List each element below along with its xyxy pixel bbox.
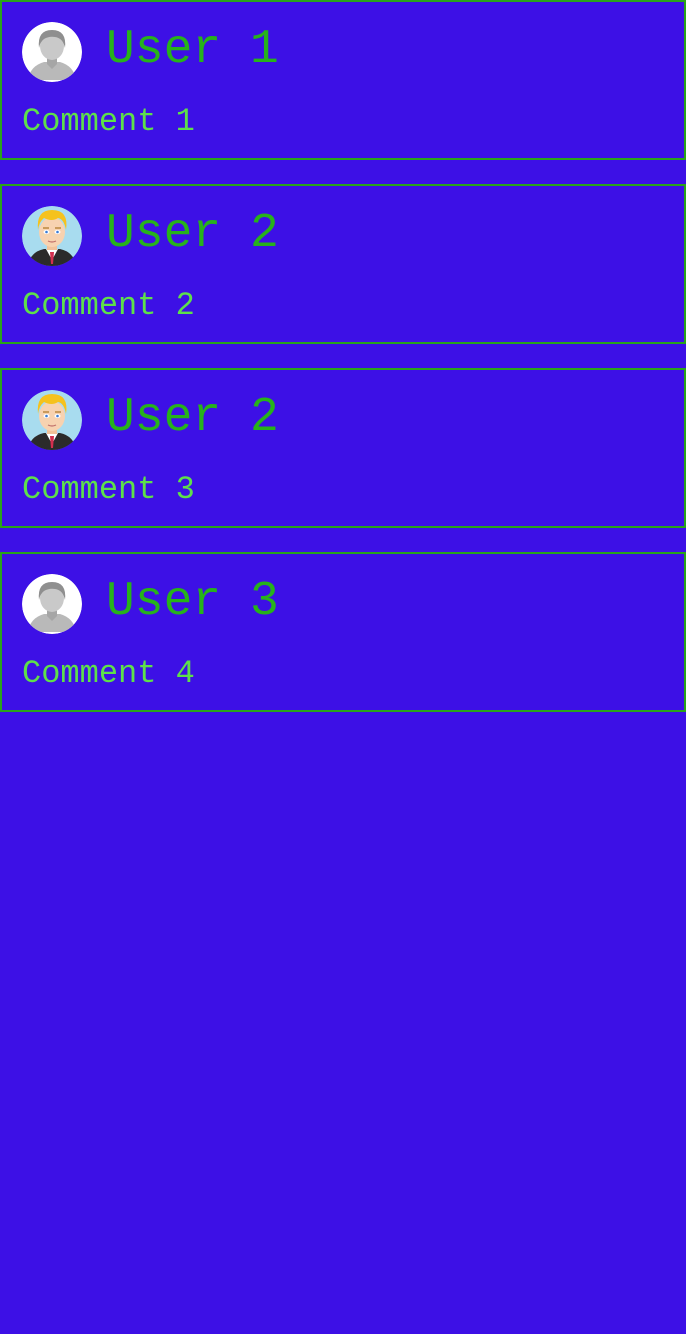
username[interactable]: User 1 [106,20,279,80]
blond-man-avatar-icon[interactable] [22,206,82,266]
comment-list: User 1 Comment 1 User 2 Comment 2 User 2… [0,0,686,736]
blond-man-avatar-icon[interactable] [22,390,82,450]
comment-card[interactable]: User 2 Comment 3 [0,368,686,528]
comment-text: Comment 2 [22,287,195,324]
default-avatar-icon[interactable] [22,574,82,634]
username[interactable]: User 2 [106,204,279,264]
comment-card[interactable]: User 2 Comment 2 [0,184,686,344]
username[interactable]: User 3 [106,572,279,632]
comment-card[interactable]: User 1 Comment 1 [0,0,686,160]
comment-card[interactable]: User 3 Comment 4 [0,552,686,712]
comment-text: Comment 1 [22,103,195,140]
comment-text: Comment 3 [22,471,195,508]
comment-text: Comment 4 [22,655,195,692]
username[interactable]: User 2 [106,388,279,448]
default-avatar-icon[interactable] [22,22,82,82]
